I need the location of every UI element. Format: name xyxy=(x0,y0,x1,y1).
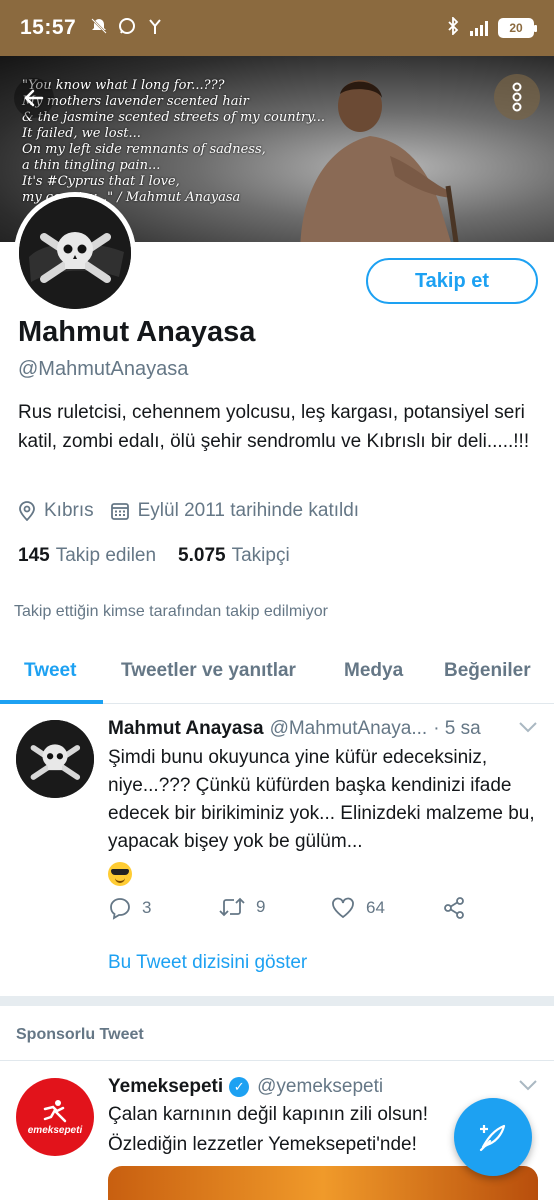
profile-tabs: Tweet Tweetler ve yanıtlar Medya Beğenil… xyxy=(0,640,554,704)
reply-count: 3 xyxy=(142,898,152,917)
runner-logo-icon xyxy=(43,1099,67,1122)
tweet-text: Şimdi bunu okuyunca yine küfür edeceksin… xyxy=(108,744,538,886)
calendar-icon xyxy=(110,503,129,520)
status-bar: 15:57 20 xyxy=(0,0,554,56)
compose-tweet-button[interactable] xyxy=(454,1098,532,1176)
skull-crossbones-image xyxy=(16,720,94,798)
sunglasses-emoji-icon xyxy=(108,862,132,886)
tweet-author-name[interactable]: Mahmut Anayasa xyxy=(108,718,264,740)
bluetooth-icon xyxy=(446,15,460,40)
section-divider xyxy=(0,996,554,1006)
profile-avatar[interactable] xyxy=(14,192,136,314)
tweet-timestamp: · 5 sa xyxy=(433,718,481,739)
profile-meta: Kıbrıs Eylül 2011 tarihinde katıldı xyxy=(18,500,359,522)
tweet-actions: 3 9 64 xyxy=(108,896,488,924)
back-button[interactable] xyxy=(14,78,54,118)
share-button[interactable] xyxy=(442,896,466,920)
profile-bio: Rus ruletcisi, cehennem yolcusu, leş kar… xyxy=(18,402,530,452)
followers-count: 5.075 xyxy=(178,545,226,566)
location-pin-icon xyxy=(19,501,35,521)
tweet-header: Mahmut Anayasa @MahmutAnaya... · 5 sa xyxy=(108,718,538,740)
tab-tweets-and-replies[interactable]: Tweetler ve yanıtlar xyxy=(121,660,296,682)
compose-feather-icon xyxy=(479,1124,506,1152)
signal-icon xyxy=(470,20,488,36)
profile-joined: Eylül 2011 tarihinde katıldı xyxy=(110,500,359,522)
sponsor-text-line1: Çalan karnının değil kapının zili olsun! xyxy=(108,1104,429,1125)
joined-text: Eylül 2011 tarihinde katıldı xyxy=(137,500,360,521)
sponsor-text-line2: Özlediğin lezzetler Yemeksepeti'nde! xyxy=(108,1134,417,1155)
followers-label: Takipçi xyxy=(231,545,290,566)
battery-level: 20 xyxy=(509,21,523,35)
sponsored-label: Sponsorlu Tweet xyxy=(16,1026,144,1043)
more-options-button[interactable] xyxy=(494,74,540,120)
sponsor-avatar[interactable]: emeksepeti xyxy=(16,1078,94,1156)
location-text: Kıbrıs xyxy=(44,500,94,521)
tweet-menu-chevron-icon[interactable] xyxy=(518,720,538,738)
battery-icon: 20 xyxy=(498,18,537,38)
following-count: 145 xyxy=(18,545,50,566)
retweet-count: 9 xyxy=(256,897,266,916)
divider-line xyxy=(0,1060,554,1061)
antenna-icon xyxy=(146,17,164,40)
follow-counts: 145 Takip edilen 5.075 Takipçi xyxy=(18,545,290,567)
profile-display-name: Mahmut Anayasa xyxy=(18,316,256,348)
like-count: 64 xyxy=(366,898,385,917)
tweet-body: Şimdi bunu okuyunca yine küfür edeceksin… xyxy=(108,747,535,852)
retweet-button[interactable]: 9 xyxy=(218,896,265,918)
skull-crossbones-image xyxy=(19,197,131,309)
following-label: Takip edilen xyxy=(55,545,157,566)
retweet-icon xyxy=(219,897,245,917)
header-quote-text: "You know what I long for...??? My mothe… xyxy=(22,78,326,205)
tweet-author-avatar[interactable] xyxy=(16,720,94,798)
sponsor-menu-chevron-icon[interactable] xyxy=(518,1078,538,1096)
tab-tweets[interactable]: Tweet xyxy=(24,660,76,682)
show-thread-link[interactable]: Bu Tweet dizisini göster xyxy=(108,952,307,974)
reply-button[interactable]: 3 xyxy=(108,896,151,920)
not-followed-notice: Takip ettiğin kimse tarafından takip edi… xyxy=(14,603,328,620)
tab-media[interactable]: Medya xyxy=(344,660,403,682)
back-arrow-icon xyxy=(24,89,44,107)
sponsor-header: Yemeksepeti ✓ @yemeksepeti xyxy=(108,1076,538,1098)
verified-badge-icon: ✓ xyxy=(229,1077,250,1097)
sponsor-name[interactable]: Yemeksepeti xyxy=(108,1076,223,1098)
heart-icon xyxy=(332,897,354,919)
follow-button[interactable]: Takip et xyxy=(366,258,538,304)
like-button[interactable]: 64 xyxy=(330,896,385,920)
reply-icon xyxy=(110,898,130,920)
mute-icon xyxy=(90,17,108,40)
sponsor-handle[interactable]: @yemeksepeti xyxy=(257,1076,383,1098)
sponsor-avatar-label: emeksepeti xyxy=(27,1124,83,1136)
share-icon xyxy=(444,897,464,919)
followers-link[interactable]: 5.075 Takipçi xyxy=(178,545,290,567)
following-link[interactable]: 145 Takip edilen xyxy=(18,545,156,567)
active-tab-indicator xyxy=(0,700,103,704)
profile-handle: @MahmutAnayasa xyxy=(18,358,189,380)
sponsor-text: Çalan karnının değil kapının zili olsun!… xyxy=(108,1100,488,1160)
more-vertical-icon xyxy=(512,82,522,112)
whatsapp-icon xyxy=(118,17,136,40)
tweet-author-handle[interactable]: @MahmutAnaya... xyxy=(270,718,428,740)
profile-location: Kıbrıs xyxy=(18,500,94,522)
tab-likes[interactable]: Beğeniler xyxy=(444,660,531,682)
status-time: 15:57 xyxy=(20,16,77,39)
